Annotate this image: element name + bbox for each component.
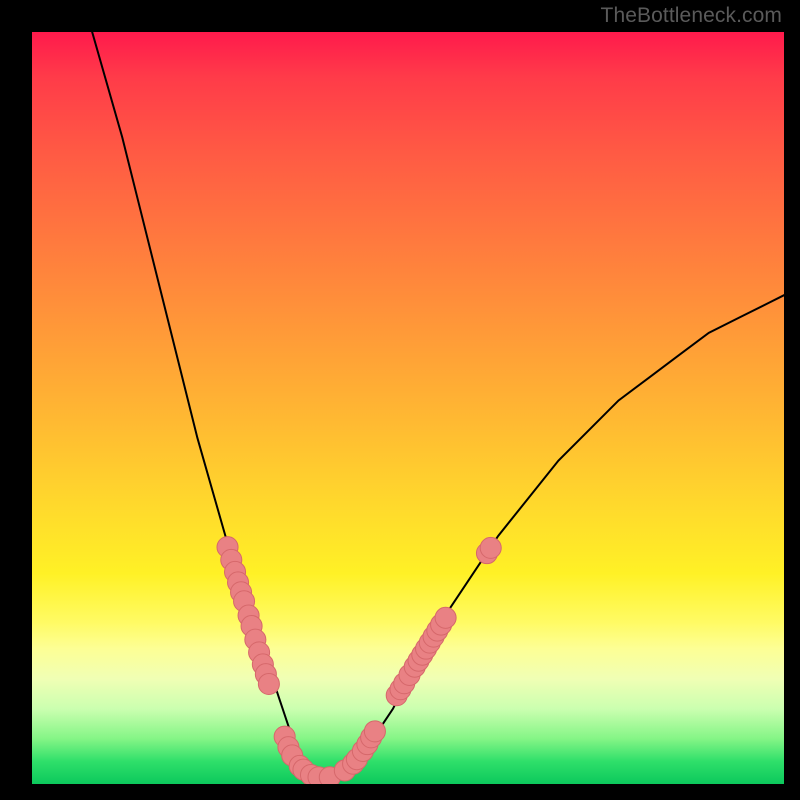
marker-dot [258, 673, 279, 694]
bottleneck-curve [92, 32, 784, 776]
marker-dot [364, 721, 385, 742]
chart-svg [32, 32, 784, 784]
marker-dot [480, 537, 501, 558]
plot-area [32, 32, 784, 784]
attribution-text: TheBottleneck.com [601, 4, 782, 28]
frame: TheBottleneck.com [0, 0, 800, 800]
curve-markers [217, 537, 501, 784]
marker-dot [435, 607, 456, 628]
